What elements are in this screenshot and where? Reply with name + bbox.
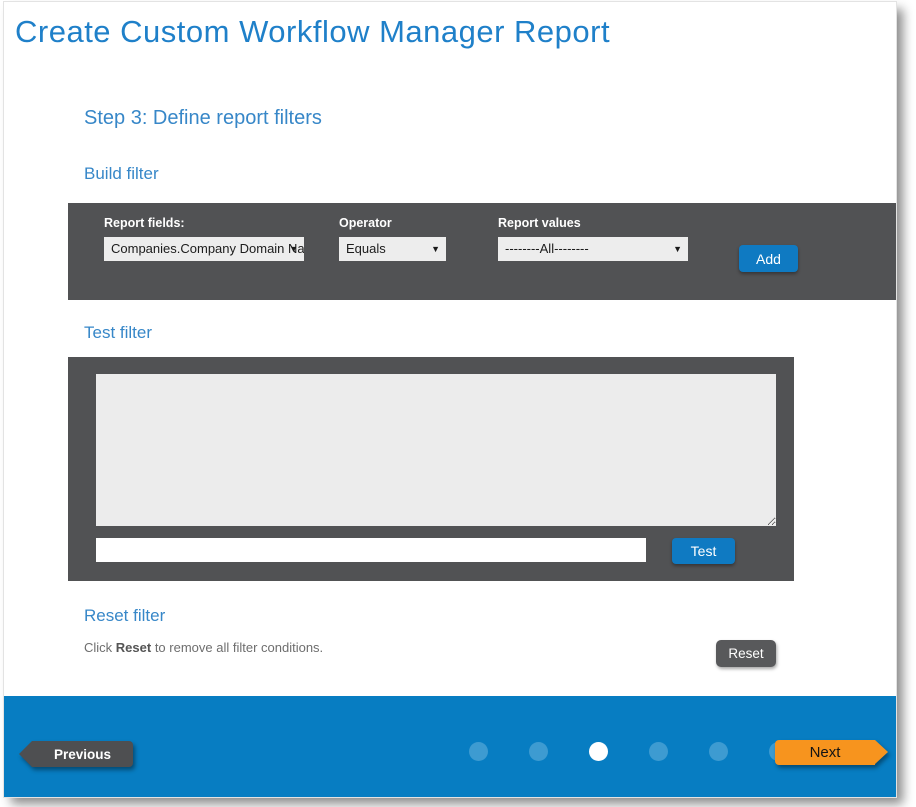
wizard-footer: Previous Next [4, 696, 896, 797]
add-button[interactable]: Add [739, 245, 798, 272]
test-filter-panel: Test [68, 357, 794, 581]
operator-label: Operator [339, 216, 446, 230]
next-button[interactable]: Next [775, 740, 875, 765]
step-dot-3 [589, 742, 608, 761]
report-values-label: Report values [498, 216, 688, 230]
wizard-window: Create Custom Workflow Manager Report St… [3, 1, 897, 798]
previous-button[interactable]: Previous [32, 741, 133, 767]
step-heading: Step 3: Define report filters [84, 107, 322, 130]
reset-instruction-prefix: Click [84, 640, 116, 655]
test-filter-heading: Test filter [84, 323, 152, 343]
operator-select[interactable]: Equals ▼ [339, 237, 446, 261]
test-filter-textarea[interactable] [96, 374, 776, 526]
dropdown-arrow-icon: ▼ [431, 237, 440, 261]
reset-filter-heading: Reset filter [84, 606, 165, 626]
step-dot-1 [469, 742, 488, 761]
build-filter-heading: Build filter [84, 164, 159, 184]
build-filter-panel: Report fields: Companies.Company Domain … [68, 203, 896, 300]
step-dot-5 [709, 742, 728, 761]
report-values-selected-value: --------All-------- [505, 241, 589, 256]
reset-instruction-keyword: Reset [116, 640, 151, 655]
operator-group: Operator Equals ▼ [339, 216, 446, 261]
reset-button[interactable]: Reset [716, 640, 776, 667]
reset-instruction-suffix: to remove all filter conditions. [151, 640, 323, 655]
operator-selected-value: Equals [346, 241, 386, 256]
test-button[interactable]: Test [672, 538, 735, 564]
report-fields-label: Report fields: [104, 216, 304, 230]
report-fields-select[interactable]: Companies.Company Domain Na ▼ [104, 237, 304, 261]
dropdown-arrow-icon: ▼ [289, 237, 298, 261]
step-dot-4 [649, 742, 668, 761]
report-fields-selected-value: Companies.Company Domain Na [111, 241, 304, 256]
reset-instruction: Click Reset to remove all filter conditi… [84, 640, 323, 655]
report-values-group: Report values --------All-------- ▼ [498, 216, 688, 261]
page-title: Create Custom Workflow Manager Report [15, 14, 610, 50]
step-dot-2 [529, 742, 548, 761]
dropdown-arrow-icon: ▼ [673, 237, 682, 261]
test-value-input[interactable] [96, 538, 646, 562]
report-values-select[interactable]: --------All-------- ▼ [498, 237, 688, 261]
report-fields-group: Report fields: Companies.Company Domain … [104, 216, 304, 261]
